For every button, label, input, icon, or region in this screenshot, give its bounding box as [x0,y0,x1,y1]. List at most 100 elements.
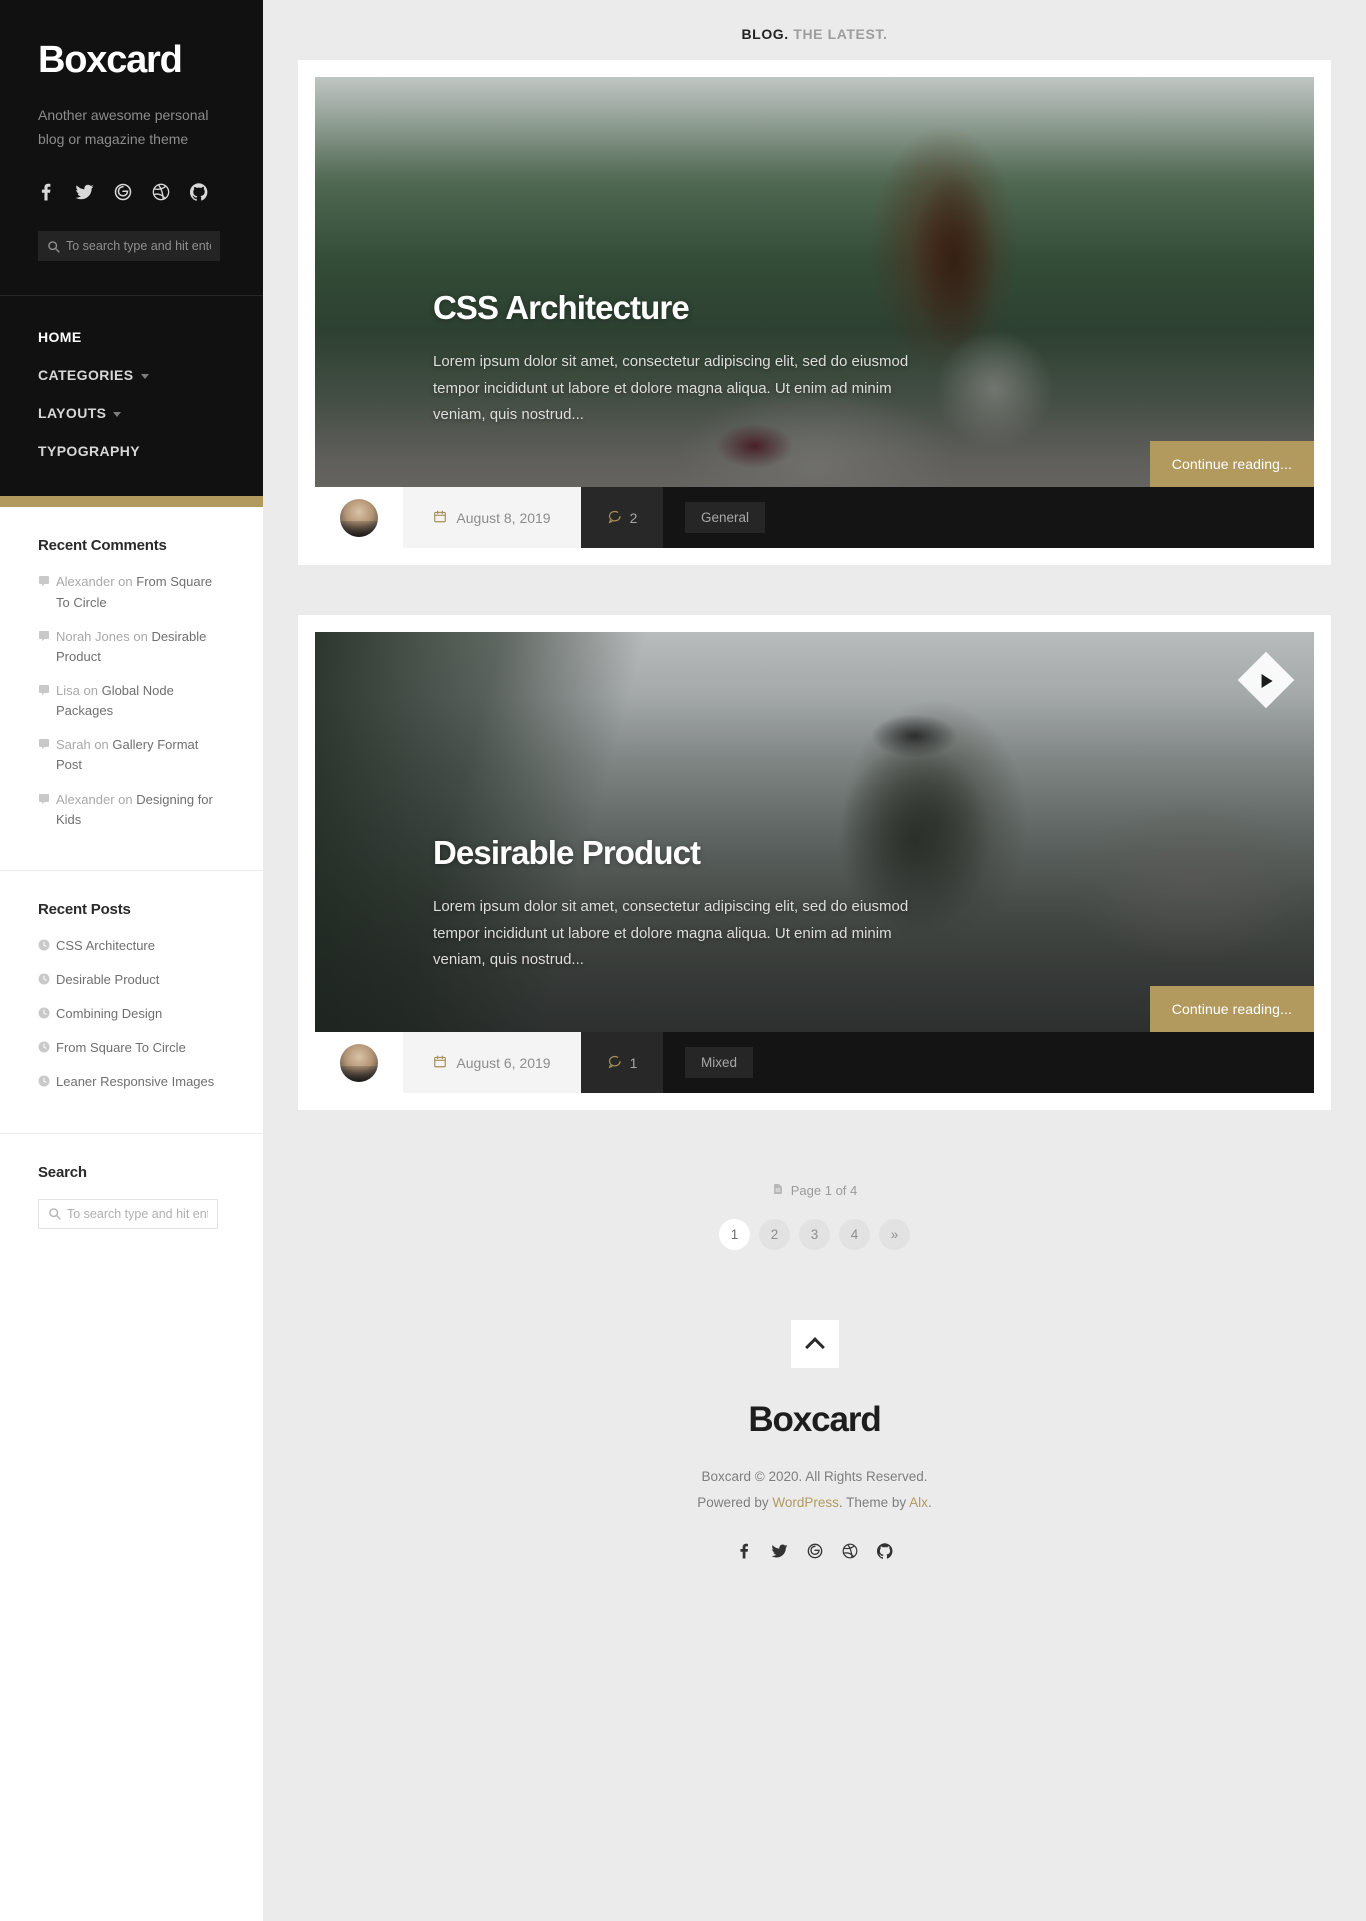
recent-post-title[interactable]: Combining Design [56,1006,162,1021]
footer-powered-prefix: Powered by [697,1495,773,1511]
footer-powered-middle: . Theme by [838,1495,910,1511]
list-item[interactable]: From Square To Circle [38,1038,225,1058]
post-comments-cell[interactable]: 1 [581,1032,663,1093]
nav-item-layouts[interactable]: LAYOUTS [0,394,263,432]
comment-on-word: on [118,791,133,807]
category-tag[interactable]: General [685,502,766,533]
category-tag[interactable]: Mixed [685,1047,754,1078]
list-item[interactable]: Norah Jones on Desirable Product [38,627,225,667]
list-item[interactable]: Lisa on Global Node Packages [38,681,225,721]
comment-author: Alexander [56,574,115,590]
wordpress-link[interactable]: WordPress [772,1495,839,1510]
post-date-cell: August 8, 2019 [403,487,581,548]
list-item[interactable]: Sarah on Gallery Format Post [38,735,225,775]
nav-item-typography[interactable]: TYPOGRAPHY [0,432,263,470]
author-avatar-cell[interactable] [315,487,403,548]
primary-nav: HOME CATEGORIES LAYOUTS TYPOGRAPHY [0,296,272,496]
comment-author: Lisa [56,682,80,698]
github-icon[interactable] [876,1542,893,1559]
sidebar-header: Boxcard Another awesome personal blog or… [0,0,272,508]
accent-bar [0,496,263,508]
post-excerpt: Lorem ipsum dolor sit amet, consectetur … [433,352,909,424]
widget-search-input[interactable] [67,1206,208,1221]
blog-header: BLOG. THE LATEST. [298,0,1331,60]
recent-post-title[interactable]: CSS Architecture [56,938,155,953]
list-item[interactable]: Alexander on Designing for Kids [38,790,225,830]
pager-page-2[interactable]: 2 [759,1219,790,1250]
blog-header-secondary: THE LATEST. [793,26,888,42]
pager-page-1[interactable]: 1 [719,1219,750,1250]
google-icon[interactable] [807,1543,823,1559]
dribbble-icon[interactable] [152,183,170,201]
sidebar-search-input[interactable] [66,239,211,254]
list-item[interactable]: Desirable Product [38,970,225,990]
post-date: August 6, 2019 [456,1054,551,1071]
theme-author-link[interactable]: Alx [909,1495,928,1510]
play-icon [1261,674,1273,689]
list-item[interactable]: Alexander on From Square To Circle [38,572,225,612]
nav-item-typography-label: TYPOGRAPHY [38,443,141,460]
sidebar-search-wrap [0,201,263,295]
avatar [340,1043,378,1082]
page-root: Boxcard Another awesome personal blog or… [0,0,1366,1921]
comment-icon [38,630,50,642]
post-comment-count: 1 [629,1054,638,1071]
comment-icon [38,738,50,750]
nav-item-home[interactable]: HOME [0,318,272,356]
calendar-icon [433,1054,447,1072]
post-categories-cell: General [663,487,1314,548]
twitter-icon[interactable] [75,183,94,201]
sidebar-search-box[interactable] [38,231,220,262]
comment-icon [38,793,50,805]
widget-recent-posts: Recent Posts CSS Architecture Desirable … [0,871,263,1134]
widget-search-box[interactable] [38,1198,218,1229]
list-item[interactable]: CSS Architecture [38,936,225,956]
facebook-icon[interactable] [737,1543,752,1559]
site-title[interactable]: Boxcard [38,39,225,82]
list-item[interactable]: Combining Design [38,1004,225,1024]
comment-icon [38,684,50,696]
nav-item-categories[interactable]: CATEGORIES [0,356,263,394]
recent-posts-list: CSS Architecture Desirable Product Combi… [38,936,225,1093]
author-avatar-cell[interactable] [315,1032,403,1093]
continue-reading-button[interactable]: Continue reading... [1149,986,1314,1032]
chevron-up-icon [804,1336,825,1357]
footer-powered-line: Powered by WordPress. Theme by Alx. [298,1490,1331,1516]
list-item[interactable]: Leaner Responsive Images [38,1072,225,1092]
dribbble-icon[interactable] [842,1543,858,1559]
post-card: CSS Architecture Lorem ipsum dolor sit a… [298,60,1331,565]
pager-page-4[interactable]: 4 [839,1219,870,1250]
back-to-top-button[interactable] [790,1320,839,1368]
post-featured-image[interactable]: CSS Architecture Lorem ipsum dolor sit a… [315,77,1314,487]
post-title[interactable]: CSS Architecture [433,289,1314,327]
post-excerpt: Lorem ipsum dolor sit amet, consectetur … [433,897,909,969]
footer-powered-suffix: . [927,1495,932,1511]
brand-block: Boxcard Another awesome personal blog or… [0,0,263,202]
clock-icon [38,1007,50,1019]
avatar [340,498,378,537]
recent-post-title[interactable]: Leaner Responsive Images [56,1074,214,1089]
post-comments-cell[interactable]: 2 [581,487,663,548]
comment-author: Alexander [56,791,115,807]
blog-header-primary: BLOG. [741,26,789,42]
twitter-icon[interactable] [771,1543,788,1559]
main-content: BLOG. THE LATEST. CSS Architecture Lorem… [263,0,1366,1921]
recent-post-title[interactable]: Desirable Product [56,972,159,987]
footer-credits: Boxcard © 2020. All Rights Reserved. Pow… [298,1464,1331,1517]
calendar-icon [433,509,447,527]
post-featured-image[interactable]: Desirable Product Lorem ipsum dolor sit … [315,632,1314,1032]
footer-brand: Boxcard [748,1400,881,1439]
pager-next[interactable]: » [879,1219,910,1250]
post-title[interactable]: Desirable Product [433,834,1314,872]
pagination-section: Page 1 of 4 1 2 3 4 » [298,1160,1331,1250]
pager-page-3[interactable]: 3 [799,1219,830,1250]
google-icon[interactable] [114,183,132,201]
page-of-text: Page 1 of 4 [790,1183,858,1198]
facebook-icon[interactable] [38,183,55,201]
widget-search: Search [0,1134,263,1255]
continue-reading-button[interactable]: Continue reading... [1149,441,1314,487]
document-icon [772,1182,784,1199]
recent-post-title[interactable]: From Square To Circle [56,1040,186,1055]
github-icon[interactable] [190,183,208,202]
post-date: August 8, 2019 [456,509,551,526]
